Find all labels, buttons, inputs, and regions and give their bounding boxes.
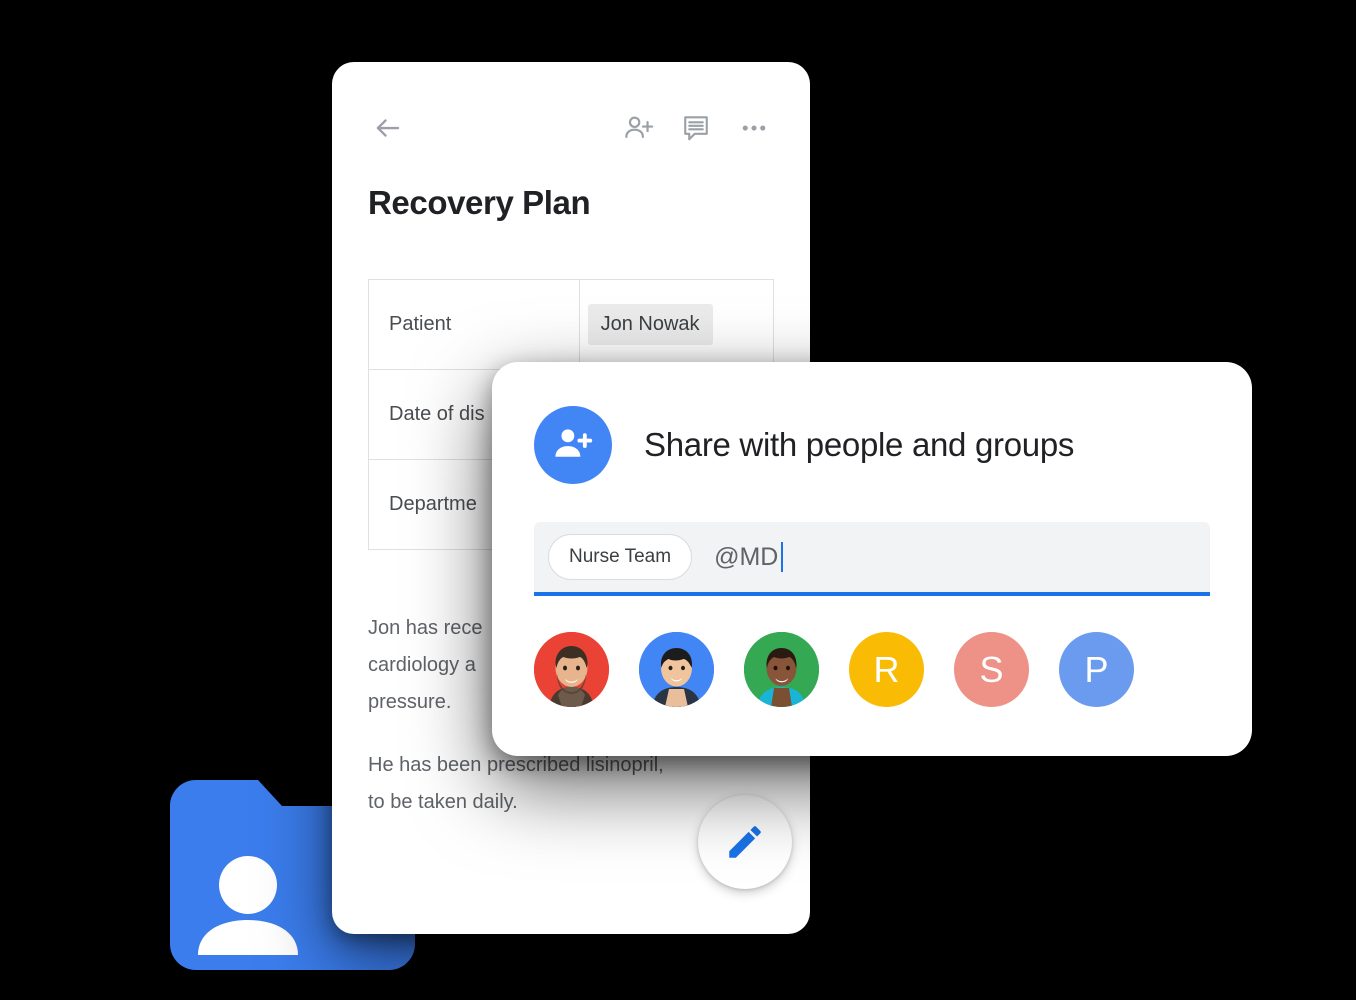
avatar-photo-3[interactable] xyxy=(744,632,819,707)
table-cell-label: Patient xyxy=(368,279,580,370)
comment-icon[interactable] xyxy=(676,108,716,148)
share-dialog-header: Share with people and groups xyxy=(534,406,1210,484)
suggested-people-list: R S P xyxy=(534,632,1210,707)
avatar-photo-2[interactable] xyxy=(639,632,714,707)
table-row: Patient Jon Nowak xyxy=(368,279,775,370)
text-caret xyxy=(781,542,784,572)
arrow-left-icon[interactable] xyxy=(368,108,408,148)
screenshot-stage: Recovery Plan Patient Jon Nowak Date of … xyxy=(0,0,1356,1000)
edit-fab-button[interactable] xyxy=(698,795,792,889)
share-dialog-title: Share with people and groups xyxy=(644,426,1075,463)
avatar-initial: S xyxy=(979,648,1004,690)
page-title: Recovery Plan xyxy=(368,184,591,221)
patient-name-chip[interactable]: Jon Nowak xyxy=(587,304,713,345)
avatar-initial: P xyxy=(1084,648,1109,690)
recipient-chip-nurse-team[interactable]: Nurse Team xyxy=(548,534,693,580)
avatar-initial: R xyxy=(873,648,900,690)
table-cell-value: Jon Nowak xyxy=(578,279,775,370)
avatar-letter-p[interactable]: P xyxy=(1059,632,1134,707)
recipient-input[interactable]: Nurse Team @MD xyxy=(534,522,1210,596)
body-paragraph-2: He has been prescribed lisinopril, to be… xyxy=(368,754,664,813)
recipient-typed-text: @MD xyxy=(714,542,784,572)
avatar-letter-s[interactable]: S xyxy=(954,632,1029,707)
avatar-photo-1[interactable] xyxy=(534,632,609,707)
share-dialog: Share with people and groups Nurse Team … xyxy=(492,362,1252,756)
typed-value: @MD xyxy=(714,542,779,571)
person-add-icon xyxy=(534,406,612,484)
person-add-icon[interactable] xyxy=(618,108,658,148)
more-horizontal-icon[interactable] xyxy=(734,108,774,148)
pencil-edit-icon xyxy=(729,826,761,858)
document-toolbar xyxy=(368,100,774,156)
avatar-letter-r[interactable]: R xyxy=(849,632,924,707)
